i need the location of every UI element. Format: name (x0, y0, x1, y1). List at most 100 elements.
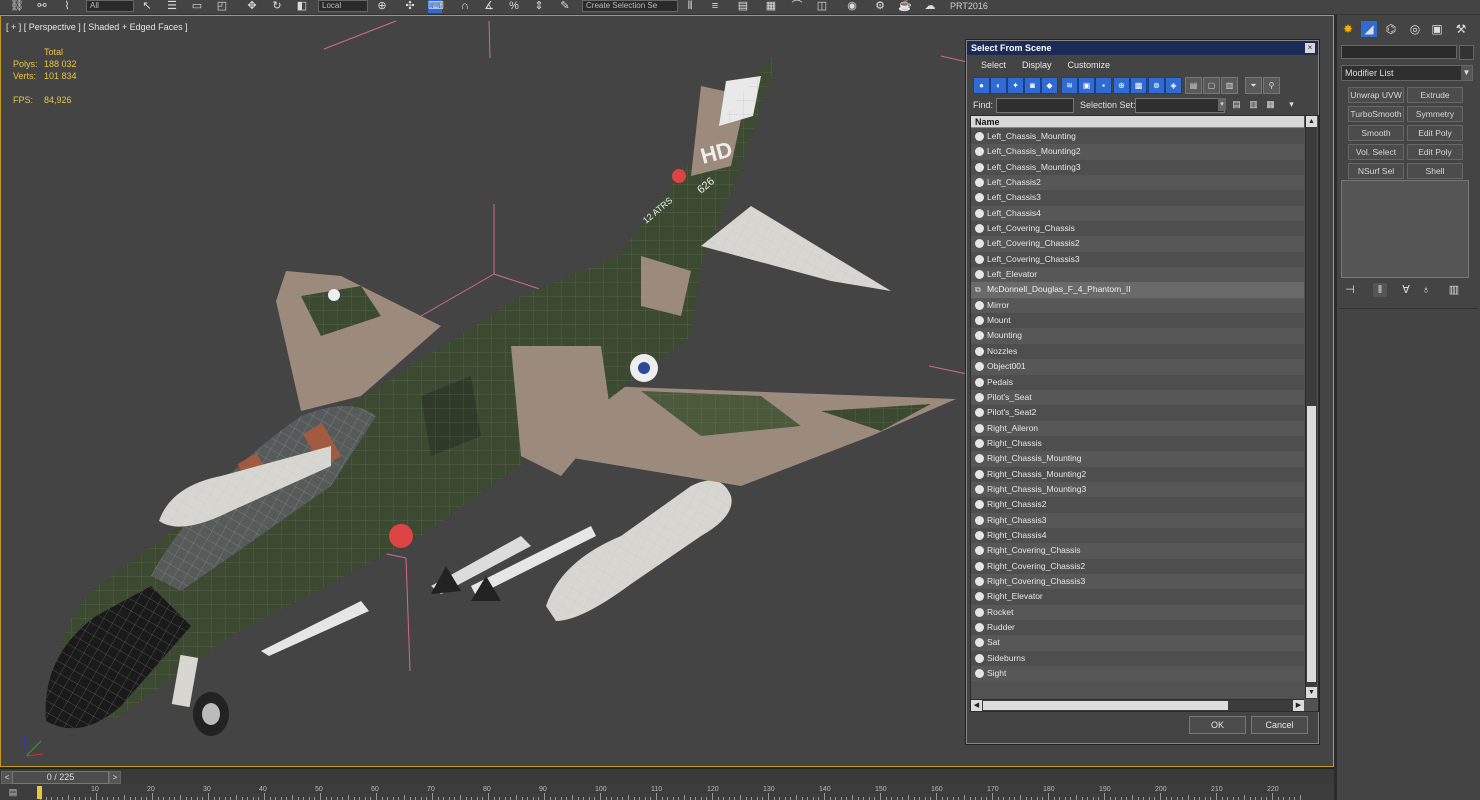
list-item[interactable]: Right_Chassis_Mounting2 (971, 466, 1304, 482)
modifier-button[interactable]: Edit Poly (1407, 144, 1463, 160)
modifier-button[interactable]: Shell (1407, 163, 1463, 179)
percent-snap-icon[interactable]: % (507, 0, 521, 13)
align-icon[interactable]: ≡ (708, 0, 722, 13)
current-frame-marker[interactable] (37, 786, 42, 799)
modify-tab-icon[interactable]: ◢ (1361, 21, 1377, 37)
filter-settings-icon[interactable]: ⚲ (1263, 77, 1280, 94)
vertical-scrollbar[interactable]: ▲ ▼ (1305, 116, 1317, 699)
scroll-left-icon[interactable]: ◀ (971, 700, 982, 711)
scale-icon[interactable]: ◧ (295, 0, 309, 13)
move-icon[interactable]: ✥ (245, 0, 259, 13)
list-item[interactable]: Pilot's_Seat2 (971, 405, 1304, 421)
select-all-icon[interactable]: ▤ (1185, 77, 1202, 94)
select-object-icon[interactable]: ↖ (140, 0, 154, 13)
list-item[interactable]: Left_Covering_Chassis2 (971, 236, 1304, 252)
list-item[interactable]: Right_Chassis2 (971, 497, 1304, 513)
edit-named-selection-icon[interactable]: ✎ (558, 0, 572, 13)
snaps-toggle-icon[interactable]: ∩ (458, 0, 472, 13)
list-item[interactable]: Mount (971, 313, 1304, 329)
menu-display[interactable]: Display (1014, 58, 1060, 72)
configure-sets-icon[interactable]: ▥ (1447, 283, 1461, 297)
filter-icon[interactable]: ⏷ (1245, 77, 1262, 94)
list-item[interactable]: Left_Elevator (971, 267, 1304, 283)
scroll-up-icon[interactable]: ▲ (1306, 116, 1317, 127)
column-header-name[interactable]: Name (971, 116, 1304, 128)
modifier-button[interactable]: Extrude (1407, 87, 1463, 103)
rendered-frame-icon[interactable]: ☕ (898, 0, 912, 13)
reference-coord-dropdown[interactable]: Local (318, 0, 368, 12)
utilities-tab-icon[interactable]: ⚒ (1453, 21, 1469, 37)
display-tab-icon[interactable]: ▣ (1429, 21, 1445, 37)
modifier-stack[interactable] (1341, 180, 1469, 278)
select-none-icon[interactable]: ▢ (1203, 77, 1220, 94)
schematic-view-icon[interactable]: ◫ (815, 0, 829, 13)
hscroll-thumb[interactable] (983, 701, 1228, 710)
mirror-icon[interactable]: ⫴ (683, 0, 697, 13)
hierarchy-tab-icon[interactable]: ⌬ (1383, 21, 1399, 37)
list-item[interactable]: Right_Chassis_Mounting3 (971, 481, 1304, 498)
modifier-button[interactable]: Symmetry (1407, 106, 1463, 122)
remove-modifier-icon[interactable]: ♁ (1419, 283, 1433, 297)
ok-button[interactable]: OK (1189, 716, 1246, 734)
list-item[interactable]: Left_Chassis_Mounting2 (971, 144, 1304, 160)
list-item[interactable]: Mirror (971, 297, 1304, 314)
list-item[interactable]: Right_Covering_Chassis3 (971, 573, 1304, 590)
rotate-icon[interactable]: ↻ (270, 0, 284, 13)
menu-customize[interactable]: Customize (1060, 58, 1119, 72)
list-item[interactable]: Right_Covering_Chassis (971, 543, 1304, 559)
next-frame-button[interactable]: > (109, 771, 121, 784)
window-crossing-icon[interactable]: ◰ (215, 0, 229, 13)
display-lights-icon[interactable]: ✦ (1007, 77, 1024, 94)
track-bar[interactable]: 10 20 30 40 50 60 70 80 90 100 110 120 130 140 150 160 1… (0, 784, 1334, 800)
angle-snap-icon[interactable]: ∡ (482, 0, 496, 13)
add-to-selection-set-icon[interactable]: ▥ (1247, 98, 1260, 111)
make-unique-icon[interactable]: ∀ (1399, 283, 1413, 297)
list-item[interactable]: Right_Chassis (971, 435, 1304, 452)
list-item[interactable]: Mounting (971, 328, 1304, 344)
render-icon[interactable]: ☁ (923, 0, 937, 13)
list-item[interactable]: Left_Covering_Chassis (971, 221, 1304, 237)
render-setup-icon[interactable]: ⚙ (873, 0, 887, 13)
modifier-button[interactable]: TurboSmooth (1348, 106, 1404, 122)
list-item[interactable]: Rocket (971, 604, 1304, 620)
list-item[interactable]: Nozzles (971, 343, 1304, 360)
bind-spacewarp-icon[interactable]: ⌇ (60, 0, 74, 13)
show-end-result-icon[interactable]: ‖ (1373, 283, 1387, 297)
list-item[interactable]: Sideburns (971, 650, 1304, 667)
list-item[interactable]: Pedals (971, 374, 1304, 390)
material-editor-icon[interactable]: ◉ (845, 0, 859, 13)
list-item[interactable]: Right_Chassis3 (971, 512, 1304, 528)
object-color-swatch[interactable] (1459, 45, 1474, 60)
curve-editor-icon[interactable]: ⌒ (790, 0, 804, 13)
select-invert-icon[interactable]: ▥ (1221, 77, 1238, 94)
selection-set-dropdown[interactable] (1135, 98, 1225, 113)
list-item[interactable]: Pilot's_Seat (971, 389, 1304, 406)
list-item[interactable]: Left_Chassis_Mounting (971, 129, 1304, 145)
display-helpers-icon[interactable]: ◆ (1041, 77, 1058, 94)
display-containers-icon[interactable]: ▩ (1130, 77, 1147, 94)
time-slider[interactable]: 0 / 225 (12, 771, 109, 784)
track-view-icon[interactable]: ▤ (6, 787, 20, 798)
list-item[interactable]: Left_Chassis3 (971, 190, 1304, 206)
horizontal-scrollbar[interactable]: ◀ ▶ (971, 699, 1304, 711)
list-item[interactable]: Right_Chassis4 (971, 527, 1304, 544)
pivot-center-icon[interactable]: ⊕ (375, 0, 389, 13)
create-tab-icon[interactable]: ✸ (1340, 21, 1356, 37)
cancel-button[interactable]: Cancel (1251, 716, 1308, 734)
menu-select[interactable]: Select (973, 58, 1014, 72)
scroll-down-icon[interactable]: ▼ (1306, 687, 1317, 698)
dialog-title[interactable]: Select From Scene (967, 41, 1318, 55)
select-by-name-icon[interactable]: ☰ (165, 0, 179, 13)
display-bones-icon[interactable]: ⊕ (1113, 77, 1130, 94)
close-icon[interactable]: × (1305, 43, 1315, 53)
motion-tab-icon[interactable]: ◎ (1407, 21, 1423, 37)
display-geometry-icon[interactable]: ● (973, 77, 990, 94)
spinner-snap-icon[interactable]: ⇕ (532, 0, 546, 13)
list-item[interactable]: ⧉ McDonnell_Douglas_F_4_Phantom_II (971, 282, 1304, 298)
list-item[interactable]: Right_Elevator (971, 589, 1304, 605)
options-dropdown-icon[interactable]: ▾ (1285, 98, 1298, 111)
rect-selection-icon[interactable]: ▭ (190, 0, 204, 13)
selection-filter-dropdown[interactable]: All (86, 0, 134, 12)
modifier-button[interactable]: Vol. Select (1348, 144, 1404, 160)
list-item[interactable]: Right_Chassis_Mounting (971, 451, 1304, 467)
